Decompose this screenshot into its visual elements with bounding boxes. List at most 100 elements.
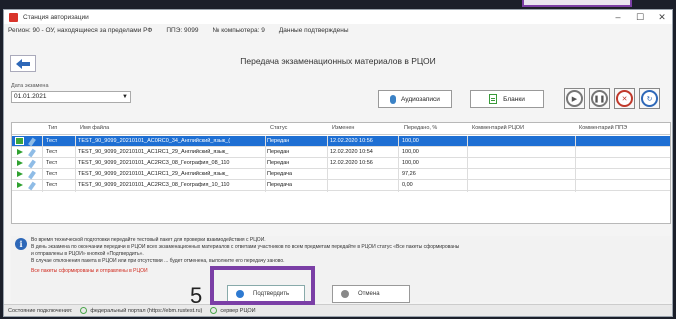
info-icon: i [15, 238, 27, 250]
files-table: Тип Имя файла Статус Изменен Передано, %… [11, 122, 671, 224]
play-icon [17, 149, 23, 155]
previous-highlight-edge [522, 0, 632, 7]
page-title: Передача экзаменационных материалов в РЦ… [240, 56, 436, 66]
minimize-icon[interactable]: – [608, 11, 628, 23]
notice-line: В день экзамена по окончании передачи в … [31, 244, 460, 250]
row-type: Тест [46, 182, 58, 188]
ppe-text: ППЭ: 9099 [166, 26, 199, 34]
row-percent: 100,00 [402, 149, 419, 155]
column-header-filename: Имя файла [80, 125, 110, 131]
connection-ok-icon [210, 307, 218, 314]
connection-ok-icon [80, 307, 88, 314]
table-row[interactable]: Тест TEST_90_9099_20210101_AC1RC1_29_Анг… [12, 169, 670, 180]
row-filename: TEST_90_9099_20210101_AC1RC1_29_Английск… [78, 171, 229, 177]
play-icon: ▶ [566, 90, 583, 107]
row-filename: TEST_90_9099_20210101_AC0RC0_34_Английск… [78, 138, 231, 144]
cancel-button[interactable]: Отмена [332, 285, 410, 303]
play-icon [17, 182, 23, 188]
checkmark-icon [15, 137, 24, 145]
pencil-icon[interactable] [28, 148, 36, 158]
column-header-changed: Изменен [332, 125, 355, 131]
column-divider [42, 136, 43, 192]
row-status: Передача [267, 182, 293, 188]
column-header-percent: Передано, % [404, 125, 438, 131]
row-status: Передан [267, 138, 290, 144]
audio-button[interactable]: Аудиозаписи [378, 90, 452, 108]
column-divider [398, 136, 399, 192]
app-icon [9, 12, 18, 22]
column-header-type: Тип [48, 125, 58, 131]
notice-line: В случае отклонения пакета в РЦОИ или пр… [31, 258, 285, 264]
pencil-icon[interactable] [28, 159, 36, 169]
confirm-highlight-frame [210, 266, 315, 305]
portal-status: федеральный портал (https://ebm.rustest.… [90, 307, 203, 314]
play-icon [17, 171, 23, 177]
row-type: Тест [46, 171, 58, 177]
close-icon[interactable]: ✕ [652, 11, 672, 23]
pencil-icon[interactable] [28, 170, 36, 180]
row-changed: 12.02.2020 10:54 [330, 149, 373, 155]
row-percent: 100,00 [402, 160, 419, 166]
row-status: Передан [267, 149, 290, 155]
pencil-icon[interactable] [28, 137, 36, 147]
exam-date-select[interactable]: 01.01.2021 ▼ [11, 91, 131, 103]
cancel-icon [341, 290, 349, 298]
row-status: Передача [267, 171, 293, 177]
date-label: Дата экзамена [11, 83, 49, 89]
column-header-rcoi-comment: Комментарий РЦОИ [472, 125, 525, 131]
table-header: Тип Имя файла Статус Изменен Передано, %… [12, 123, 670, 135]
server-status: сервер РЦОИ [220, 307, 256, 314]
row-type: Тест [46, 149, 58, 155]
exam-date-value: 01.01.2021 [14, 93, 47, 100]
table-row[interactable]: Тест TEST_90_9099_20210101_AC2RC3_08_Гео… [12, 180, 670, 191]
row-filename: TEST_90_9099_20210101_AC2RC3_08_Географи… [78, 160, 230, 166]
blanks-button-label: Бланки [503, 95, 525, 103]
row-status: Передан [267, 160, 290, 166]
top-strip [0, 0, 676, 9]
column-header-ppe-comment: Комментарий ППЭ [579, 125, 628, 131]
row-filename: TEST_90_9099_20210101_AC2RC3_08_Географи… [78, 182, 230, 188]
row-type: Тест [46, 138, 58, 144]
app-window: Станция авторизации – ☐ ✕ Регион: 90 - О… [3, 9, 673, 317]
connection-label: Состояние подключения: [8, 307, 73, 314]
column-divider [575, 136, 576, 192]
chevron-down-icon: ▼ [122, 94, 128, 100]
refresh-icon: ↻ [641, 90, 658, 107]
play-icon [17, 160, 23, 166]
pause-icon: ❚❚ [591, 90, 608, 107]
computer-text: № компьютера: 9 [212, 26, 265, 34]
confirm-status-text: Данные подтверждены [278, 26, 349, 34]
notice-warning: Все пакеты сформированы и отправлены в Р… [31, 268, 148, 274]
maximize-icon[interactable]: ☐ [630, 11, 650, 23]
notice-line: и отправлены в РЦОИ» кнопкой «Подтвердит… [31, 251, 144, 257]
column-divider [265, 136, 266, 192]
row-percent: 97,26 [402, 171, 416, 177]
audio-button-label: Аудиозаписи [401, 95, 440, 103]
row-filename: TEST_90_9099_20210101_AC1RC1_29_Английск… [78, 149, 229, 155]
title-bar: Станция авторизации – ☐ ✕ [4, 10, 672, 24]
cancel-button-label: Отмена [358, 291, 380, 297]
status-bar: Состояние подключения: федеральный порта… [4, 304, 672, 316]
blanks-button[interactable]: Бланки [470, 90, 544, 108]
table-row[interactable]: Тест TEST_90_9099_20210101_AC0RC0_34_Анг… [12, 136, 670, 147]
table-row[interactable]: Тест TEST_90_9099_20210101_AC2RC3_08_Гео… [12, 158, 670, 169]
column-divider [75, 136, 76, 192]
region-text: Регион: 90 - ОУ, находящиеся за пределам… [8, 26, 153, 34]
microphone-icon [390, 94, 397, 104]
row-changed: 12.02.2020 10:56 [330, 138, 373, 144]
row-percent: 0,00 [402, 182, 413, 188]
window-title: Станция авторизации [23, 13, 89, 21]
table-row[interactable]: Тест TEST_90_9099_20210101_AC1RC1_29_Анг… [12, 147, 670, 158]
notice-line: Во время технической подготовки передайт… [31, 237, 266, 243]
row-percent: 100,00 [402, 138, 419, 144]
document-icon [489, 94, 498, 104]
cancel-circle-icon: ✕ [616, 90, 633, 107]
column-header-status: Статус [270, 125, 288, 131]
row-type: Тест [46, 160, 58, 166]
info-bar: Регион: 90 - ОУ, находящиеся за пределам… [4, 24, 672, 36]
step-number: 5 [190, 283, 203, 308]
row-changed: 12.02.2020 10:56 [330, 160, 373, 166]
column-divider [467, 136, 468, 192]
column-divider [327, 136, 328, 192]
pencil-icon[interactable] [28, 181, 36, 191]
